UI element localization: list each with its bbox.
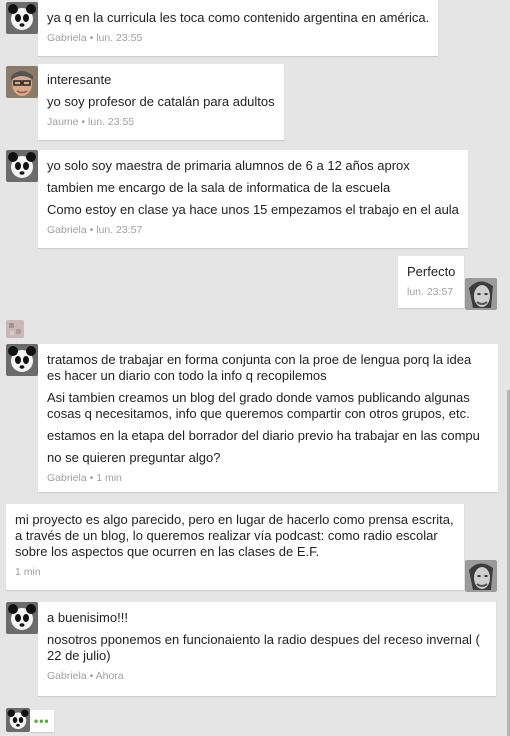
message-text: yo soy profesor de catalán para adultos [47,94,275,109]
message-bubble: Perfecto lun. 23:57 [398,256,464,308]
message-meta: 1 min [15,566,41,578]
message-text: a buenisimo!!! [47,610,128,625]
message-bubble: interesante yo soy profesor de catalán p… [38,64,284,140]
message-text: no se quieren preguntar algo? [47,450,221,465]
message-text: tambien me encargo de la sala de informa… [47,180,391,195]
man-portrait-avatar [465,278,497,310]
message-bubble: tratamos de trabajar en forma conjunta c… [38,344,498,492]
message-text: Asi tambien creamos un blog del grado do… [47,390,470,421]
message-bubble: ya q en la curricula les toca como conte… [38,0,438,56]
message-meta: Gabriela • lun. 23:55 [47,32,143,44]
message-text: nosotros pponemos en funcionaiento la ra… [47,632,480,663]
message-meta: Gabriela • 1 min [47,472,122,484]
message-meta: Gabriela • lun. 23:57 [47,224,143,236]
message-text: Perfecto [407,264,456,279]
message-bubble: yo solo soy maestra de primaria alumnos … [38,150,468,248]
panda-avatar [6,344,38,376]
message-text: mi proyecto es algo parecido, pero en lu… [15,512,454,559]
message-text: Como estoy en clase ya hace unos 15 empe… [47,202,459,217]
message-text: ya q en la curricula les toca como conte… [47,10,430,25]
message-text: interesante [47,72,112,87]
message-meta: Gabriela • Ahora [47,670,124,682]
message-bubble: mi proyecto es algo parecido, pero en lu… [6,504,464,590]
panda-avatar [6,602,38,634]
panda-avatar [6,2,38,34]
typing-bubble: ••• [30,710,54,732]
message-text: yo solo soy maestra de primaria alumnos … [47,158,410,173]
man-portrait-avatar [465,560,497,592]
typing-dots: ••• [34,714,50,728]
panda-avatar [6,150,38,182]
message-meta: lun. 23:57 [407,286,454,298]
panda-avatar [6,708,30,732]
message-meta: Jaume • lun. 23:55 [47,116,135,128]
seen-avatar [6,320,24,338]
message-bubble: a buenisimo!!! nosotros pponemos en func… [38,602,496,696]
message-text: estamos en la etapa del borrador del dia… [47,428,480,443]
man-glasses-avatar [6,66,38,98]
message-text: tratamos de trabajar en forma conjunta c… [47,352,472,383]
